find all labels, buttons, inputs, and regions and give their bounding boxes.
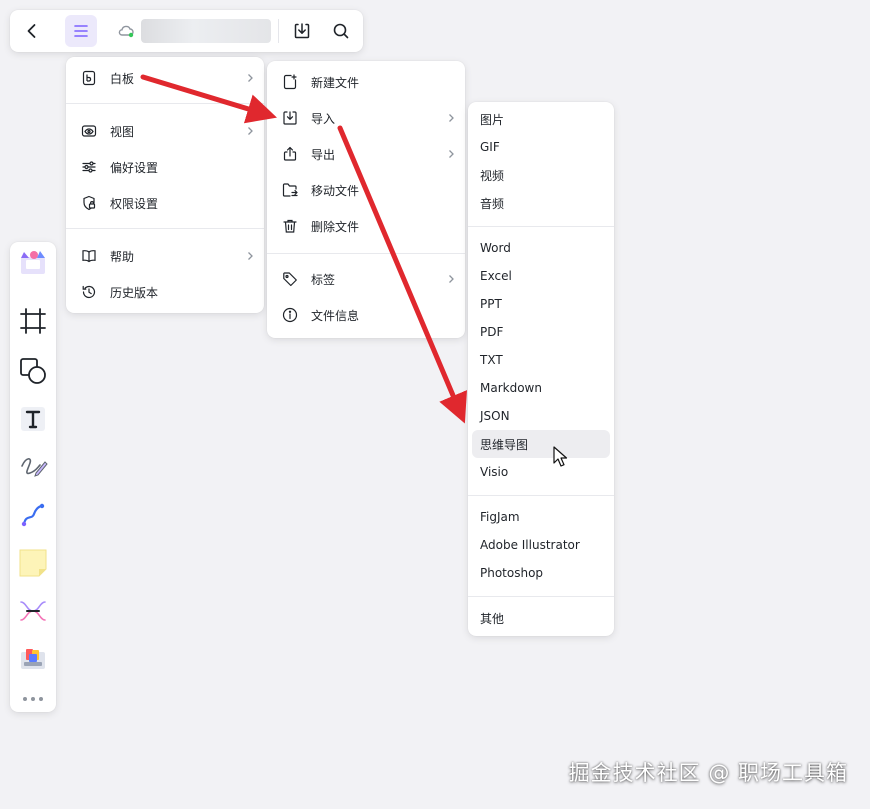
move-folder-icon xyxy=(281,181,299,199)
menu-item-history[interactable]: 历史版本 xyxy=(66,276,264,308)
back-icon[interactable] xyxy=(16,15,48,47)
search-icon[interactable] xyxy=(325,15,357,47)
main-menu: 白板 视图 偏好设置 权限设置 帮助 历史版本 xyxy=(66,57,264,313)
import-option-mindmap[interactable]: 思维导图 xyxy=(472,430,610,458)
chevron-right-icon xyxy=(449,150,454,158)
import-option-figjam[interactable]: FigJam xyxy=(468,503,614,531)
menu-item-tags[interactable]: 标签 xyxy=(267,263,465,295)
tag-icon xyxy=(281,270,299,288)
import-option-gif[interactable]: GIF xyxy=(468,133,614,161)
eye-icon xyxy=(80,122,98,140)
mindmap-icon[interactable] xyxy=(17,594,49,628)
import-option-markdown[interactable]: Markdown xyxy=(468,374,614,402)
menu-item-move-file[interactable]: 移动文件 xyxy=(267,174,465,206)
menu-item-import[interactable]: 导入 xyxy=(267,102,465,134)
info-icon xyxy=(281,306,299,324)
sliders-icon xyxy=(80,158,98,176)
lock-shield-icon xyxy=(80,194,98,212)
import-option-image[interactable]: 图片 xyxy=(468,105,614,133)
menu-item-file-info[interactable]: 文件信息 xyxy=(267,299,465,331)
menu-item-delete-file[interactable]: 删除文件 xyxy=(267,210,465,242)
menu-separator xyxy=(66,228,264,229)
templates-icon[interactable] xyxy=(17,246,49,280)
menu-separator xyxy=(468,495,614,496)
export-icon xyxy=(281,145,299,163)
cloud-sync-icon xyxy=(110,15,142,47)
book-icon xyxy=(80,247,98,265)
mouse-cursor-icon xyxy=(553,446,568,467)
menu-item-preferences[interactable]: 偏好设置 xyxy=(66,151,264,183)
top-toolbar xyxy=(10,10,363,52)
import-option-photoshop[interactable]: Photoshop xyxy=(468,559,614,587)
menu-separator xyxy=(468,226,614,227)
chevron-right-icon xyxy=(449,114,454,122)
import-submenu: 图片 GIF 视频 音频 Word Excel PPT PDF TXT Mark… xyxy=(468,102,614,636)
import-icon xyxy=(281,109,299,127)
download-icon[interactable] xyxy=(286,15,318,47)
menu-item-export[interactable]: 导出 xyxy=(267,138,465,170)
frame-icon[interactable] xyxy=(17,304,49,338)
menu-item-whiteboard[interactable]: 白板 xyxy=(66,62,264,94)
import-option-audio[interactable]: 音频 xyxy=(468,189,614,217)
menu-separator xyxy=(66,103,264,104)
more-icon[interactable] xyxy=(17,682,49,716)
image-gallery-icon[interactable] xyxy=(17,642,49,676)
menu-item-permissions[interactable]: 权限设置 xyxy=(66,187,264,219)
history-icon xyxy=(80,283,98,301)
whiteboard-icon xyxy=(80,69,98,87)
import-option-video[interactable]: 视频 xyxy=(468,161,614,189)
whiteboard-submenu: 新建文件 导入 导出 移动文件 删除文件 标签 文件信息 xyxy=(267,61,465,338)
import-option-ppt[interactable]: PPT xyxy=(468,290,614,318)
chevron-right-icon xyxy=(248,252,253,260)
connector-icon[interactable] xyxy=(17,498,49,532)
chevron-right-icon xyxy=(248,127,253,135)
menu-icon[interactable] xyxy=(65,15,97,47)
shape-icon[interactable] xyxy=(17,354,49,388)
menu-separator xyxy=(267,253,465,254)
chevron-right-icon xyxy=(449,275,454,283)
menu-item-view[interactable]: 视图 xyxy=(66,115,264,147)
menu-item-new-file[interactable]: 新建文件 xyxy=(267,66,465,98)
sticky-note-icon[interactable] xyxy=(17,546,49,580)
import-option-other[interactable]: 其他 xyxy=(468,604,614,632)
menu-item-help[interactable]: 帮助 xyxy=(66,240,264,272)
import-option-pdf[interactable]: PDF xyxy=(468,318,614,346)
import-option-visio[interactable]: Visio xyxy=(468,458,614,486)
import-option-illustrator[interactable]: Adobe Illustrator xyxy=(468,531,614,559)
import-option-json[interactable]: JSON xyxy=(468,402,614,430)
import-option-txt[interactable]: TXT xyxy=(468,346,614,374)
pen-icon[interactable] xyxy=(17,450,49,484)
new-file-icon xyxy=(281,73,299,91)
document-title-blurred[interactable] xyxy=(141,19,271,43)
watermark: 掘金技术社区 @ 职场工具箱 xyxy=(568,761,848,785)
import-option-word[interactable]: Word xyxy=(468,234,614,262)
import-option-excel[interactable]: Excel xyxy=(468,262,614,290)
left-toolbar xyxy=(10,242,56,712)
toolbar-divider xyxy=(278,19,279,43)
chevron-right-icon xyxy=(248,74,253,82)
menu-separator xyxy=(468,596,614,597)
trash-icon xyxy=(281,217,299,235)
text-icon[interactable] xyxy=(17,402,49,436)
